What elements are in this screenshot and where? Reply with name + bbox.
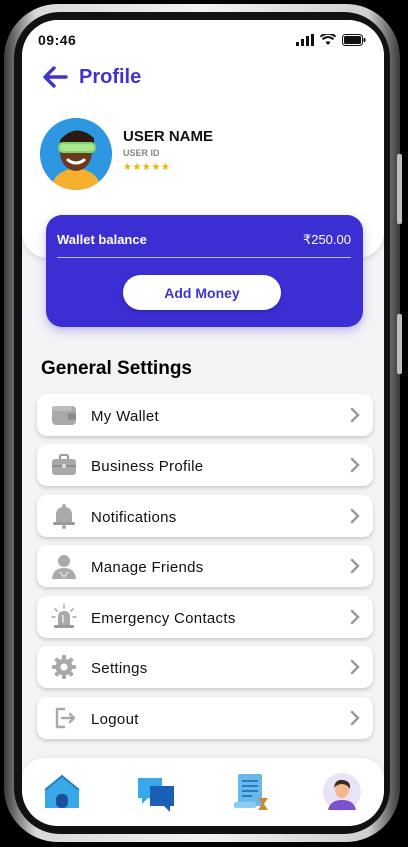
bell-icon: [53, 504, 75, 529]
menu-label: Settings: [91, 660, 148, 677]
user-avatar[interactable]: [40, 118, 112, 190]
chevron-right-icon: [350, 558, 360, 574]
menu-item-my-wallet[interactable]: My Wallet: [37, 394, 373, 436]
wallet-icon: [52, 406, 76, 425]
phone-side-button: [397, 154, 402, 224]
chevron-right-icon: [350, 710, 360, 726]
signal-icon: [296, 34, 314, 46]
menu-label: Logout: [91, 711, 139, 728]
phone-side-button: [397, 314, 402, 374]
back-arrow-icon[interactable]: [42, 65, 68, 89]
general-settings-title: General Settings: [41, 358, 192, 379]
app-screen: 09:46 Profile USER NAME USER ID ★★★★★ Wa…: [22, 20, 384, 826]
menu-item-logout[interactable]: Logout: [37, 697, 373, 739]
wallet-amount: ₹250.00: [302, 232, 351, 247]
chevron-right-icon: [350, 407, 360, 423]
menu-item-notifications[interactable]: Notifications: [37, 495, 373, 537]
profile-avatar-icon[interactable]: [322, 772, 362, 812]
briefcase-icon: [52, 454, 76, 475]
wallet-divider: [57, 257, 351, 258]
status-bar: 09:46: [22, 20, 384, 60]
chevron-right-icon: [350, 457, 360, 473]
status-icons: [296, 34, 366, 46]
menu-label: Business Profile: [91, 458, 204, 475]
siren-icon: [51, 604, 77, 628]
history-icon[interactable]: [232, 772, 272, 812]
menu-item-emergency-contacts[interactable]: Emergency Contacts: [37, 596, 373, 638]
gear-icon: [52, 655, 76, 679]
menu-label: Emergency Contacts: [91, 610, 236, 627]
add-money-button[interactable]: Add Money: [123, 275, 281, 310]
user-name: USER NAME: [123, 128, 214, 145]
home-icon[interactable]: [42, 772, 82, 812]
menu-item-settings[interactable]: Settings: [37, 646, 373, 688]
wifi-icon: [320, 34, 336, 45]
menu-item-manage-friends[interactable]: Manage Friends: [37, 545, 373, 587]
wallet-card: Wallet balance ₹250.00 Add Money: [46, 215, 363, 327]
chat-icon[interactable]: [136, 772, 176, 812]
logout-icon: [55, 707, 76, 729]
battery-icon: [342, 34, 366, 46]
chevron-right-icon: [350, 659, 360, 675]
menu-item-business-profile[interactable]: Business Profile: [37, 444, 373, 486]
user-id: USER ID: [123, 148, 160, 158]
wallet-label: Wallet balance: [57, 232, 147, 247]
rating-stars: ★★★★★: [123, 162, 171, 173]
avatar-illustration: [40, 118, 112, 190]
status-time: 09:46: [38, 32, 77, 48]
person-icon: [52, 555, 76, 579]
chevron-right-icon: [350, 508, 360, 524]
page-title: Profile: [79, 66, 142, 88]
menu-label: My Wallet: [91, 408, 159, 425]
menu-label: Manage Friends: [91, 559, 204, 576]
menu-label: Notifications: [91, 509, 177, 526]
chevron-right-icon: [350, 609, 360, 625]
bottom-nav: [22, 758, 384, 826]
